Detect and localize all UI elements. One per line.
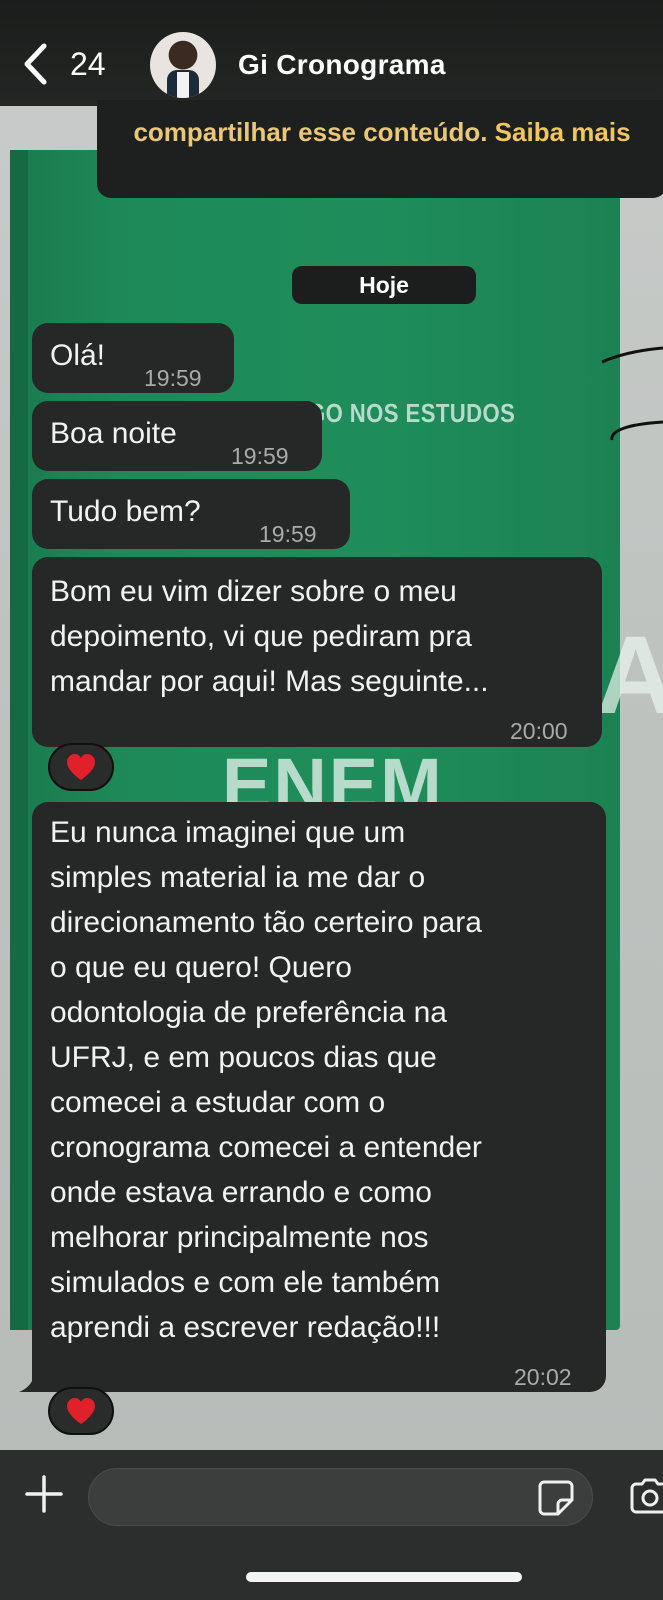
message-time: 19:59 — [259, 521, 317, 547]
message-reaction[interactable] — [48, 1387, 114, 1435]
message-bubble[interactable]: Bom eu vim dizer sobre o meu depoimento,… — [32, 557, 602, 747]
message-time: 20:02 — [514, 1364, 572, 1390]
plus-icon[interactable] — [24, 1474, 64, 1514]
message-input[interactable] — [88, 1468, 593, 1526]
message-text-line: direcionamento tão certeiro para — [50, 906, 482, 939]
sticker-icon[interactable] — [536, 1478, 576, 1518]
contact-avatar[interactable] — [150, 32, 216, 98]
message-text: Tudo bem? — [50, 495, 201, 528]
camera-icon[interactable] — [628, 1476, 663, 1516]
message-text-line: UFRJ, e em poucos dias que — [50, 1041, 437, 1074]
message-text-line: melhorar principalmente nos — [50, 1221, 429, 1254]
unread-count: 24 — [70, 45, 106, 82]
message-text-line: mandar por aqui! Mas seguinte... — [50, 665, 489, 698]
privacy-notice: compartilhar esse conteúdo. Saiba mais — [97, 100, 663, 198]
message-text-line: Eu nunca imaginei que um — [50, 816, 406, 849]
heart-icon — [67, 1398, 95, 1424]
wallpaper-letter: A — [596, 614, 663, 737]
wallpaper-scribble — [601, 346, 663, 441]
message-text-line: simples material ia me dar o — [50, 861, 426, 894]
message-bubble[interactable]: Eu nunca imaginei que um simples materia… — [32, 802, 606, 1392]
message-text: Boa noite — [50, 417, 177, 450]
day-separator: Hoje — [292, 266, 476, 304]
message-text-line: comecei a estudar com o — [50, 1086, 386, 1119]
wallpaper-book-spine — [10, 150, 28, 1330]
learn-more-link[interactable]: Saiba mais — [495, 117, 631, 147]
chat-title[interactable]: Gi Cronograma — [238, 49, 446, 81]
notice-text: compartilhar esse conteúdo. — [133, 117, 488, 147]
message-text-line: depoimento, vi que pediram pra — [50, 620, 472, 653]
message-text-line: cronograma comecei a entender — [50, 1131, 482, 1164]
message-text-line: o que eu quero! Quero — [50, 951, 352, 984]
message-bubble[interactable]: Boa noite 19:59 — [32, 401, 322, 471]
message-reaction[interactable] — [48, 743, 114, 791]
wallpaper-text-line1: GO NOS ESTUDOS — [308, 398, 516, 428]
message-text-line: odontologia de preferência na — [50, 996, 447, 1029]
home-indicator[interactable] — [246, 1572, 522, 1582]
avatar-figure-shirt — [177, 72, 189, 98]
message-bubble[interactable]: Tudo bem? 19:59 — [32, 479, 350, 549]
back-button[interactable]: 24 — [22, 42, 122, 86]
heart-icon — [67, 754, 95, 780]
message-text-line: simulados e com ele também — [50, 1266, 441, 1299]
chevron-left-icon — [24, 43, 47, 85]
message-time: 19:59 — [231, 443, 289, 469]
message-text-line: onde estava errando e como — [50, 1176, 432, 1209]
message-text-line: aprendi a escrever redação!!! — [50, 1311, 441, 1344]
message-bubble[interactable]: Olá! 19:59 — [32, 323, 234, 393]
message-time: 20:00 — [510, 718, 568, 744]
message-text: Olá! — [50, 339, 106, 372]
message-time: 19:59 — [144, 365, 202, 391]
message-text-line: Bom eu vim dizer sobre o meu — [50, 575, 457, 608]
chat-header: 24 Gi Cronograma — [0, 0, 663, 106]
